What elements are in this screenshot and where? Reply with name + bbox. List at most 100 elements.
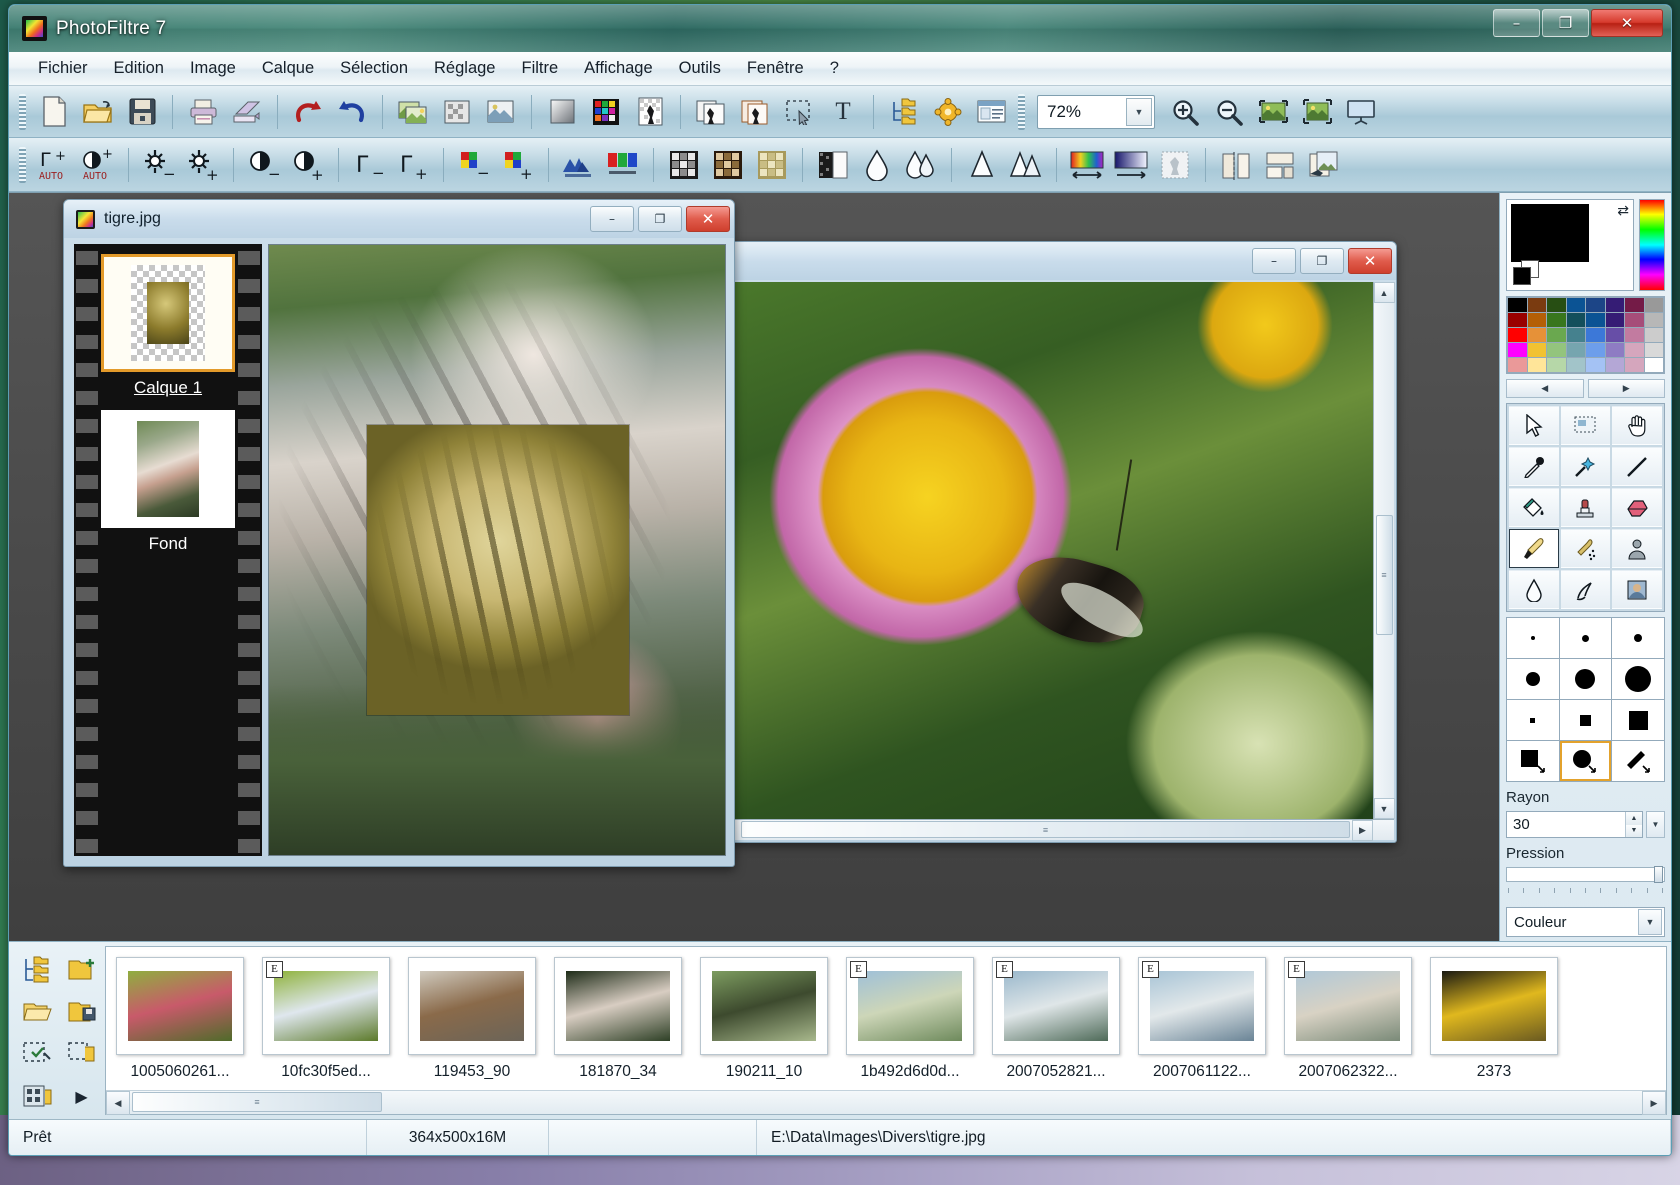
palette-swatch[interactable] bbox=[1625, 313, 1644, 327]
brush-dot-xxlarge[interactable] bbox=[1612, 659, 1664, 699]
folder-open-icon[interactable] bbox=[15, 992, 58, 1032]
menu-reglage[interactable]: Réglage bbox=[421, 56, 508, 81]
selection-tool-icon[interactable] bbox=[1560, 406, 1611, 445]
line-tool-icon[interactable] bbox=[1612, 447, 1662, 486]
brush-square-small[interactable] bbox=[1559, 700, 1612, 740]
thumbnail-frame[interactable]: E bbox=[1284, 957, 1412, 1055]
open-file-icon[interactable] bbox=[76, 92, 120, 132]
color-palette[interactable] bbox=[1506, 296, 1665, 374]
palette-swatch[interactable] bbox=[1586, 328, 1605, 342]
thumbnail-item[interactable]: E 2007062322... bbox=[1284, 957, 1412, 1081]
batch-folder-icon[interactable] bbox=[15, 1076, 58, 1116]
scroll-down-icon[interactable]: ▼ bbox=[1373, 798, 1395, 819]
vscroll-thumb[interactable]: ≡ bbox=[1375, 515, 1393, 635]
palette-swatch[interactable] bbox=[1566, 328, 1585, 342]
toolbar-grip[interactable] bbox=[19, 93, 26, 130]
layer-manager-icon[interactable] bbox=[882, 92, 926, 132]
radial-gradient-icon[interactable] bbox=[1109, 145, 1153, 185]
palette-swatch[interactable] bbox=[1605, 343, 1624, 357]
brush-dot-tiny[interactable] bbox=[1507, 618, 1559, 658]
palette-swatch[interactable] bbox=[1586, 358, 1605, 372]
thumbnail-frame[interactable] bbox=[116, 957, 244, 1055]
tigre-canvas-area[interactable] bbox=[268, 244, 726, 856]
palette-swatch[interactable] bbox=[1625, 343, 1644, 357]
palette-swatch[interactable] bbox=[1547, 298, 1566, 312]
palette-swatch[interactable] bbox=[1586, 343, 1605, 357]
palette-swatch[interactable] bbox=[1527, 328, 1546, 342]
color-palette-icon[interactable] bbox=[584, 92, 628, 132]
slideshow-icon[interactable] bbox=[1339, 92, 1383, 132]
palette-prev-button[interactable]: ◀ bbox=[1506, 379, 1584, 398]
chevron-down-icon[interactable]: ▼ bbox=[1126, 97, 1152, 126]
tigre-maximize-button[interactable]: ❐ bbox=[638, 206, 682, 232]
linear-gradient-icon[interactable] bbox=[1065, 145, 1109, 185]
deselect-icon[interactable] bbox=[60, 1034, 103, 1074]
rayon-decrement-icon[interactable]: ▼ bbox=[1626, 824, 1642, 837]
hand-tool-icon[interactable] bbox=[1612, 406, 1662, 445]
airbrush-tool-icon[interactable] bbox=[1560, 529, 1611, 568]
swap-colors-icon[interactable]: ⇄ bbox=[1617, 203, 1629, 219]
palette-swatch[interactable] bbox=[1508, 358, 1527, 372]
palette-swatch[interactable] bbox=[1527, 343, 1546, 357]
menu-filtre[interactable]: Filtre bbox=[508, 56, 571, 81]
palette-swatch[interactable] bbox=[1625, 358, 1644, 372]
thumbnail-item[interactable]: 1005060261... bbox=[116, 957, 244, 1081]
sepia-icon[interactable] bbox=[706, 145, 750, 185]
palette-swatch[interactable] bbox=[1566, 313, 1585, 327]
thumbnail-item[interactable]: E 2007052821... bbox=[992, 957, 1120, 1081]
minimize-button[interactable]: – bbox=[1493, 9, 1540, 37]
eyedropper-tool-icon[interactable] bbox=[1509, 447, 1559, 486]
transparency-icon[interactable] bbox=[628, 92, 672, 132]
batch-icon[interactable] bbox=[1302, 145, 1346, 185]
foreground-color-mini-swatch[interactable] bbox=[1513, 267, 1531, 285]
menu-help[interactable]: ? bbox=[817, 56, 852, 81]
flower-close-button[interactable]: ✕ bbox=[1348, 248, 1392, 274]
palette-swatch[interactable] bbox=[1586, 298, 1605, 312]
smudge-tool-icon[interactable] bbox=[1560, 570, 1611, 609]
flower-image-window[interactable]: – ❐ ✕ ▲ ≡ ▼ ≡ ▶ bbox=[695, 241, 1397, 843]
flower-image-canvas[interactable] bbox=[698, 282, 1373, 819]
thumbnail-frame[interactable]: E bbox=[846, 957, 974, 1055]
brush-square-large[interactable] bbox=[1612, 700, 1664, 740]
palette-swatch[interactable] bbox=[1605, 328, 1624, 342]
text-tool-icon[interactable]: T bbox=[821, 92, 865, 132]
pasted-sepia-layer[interactable] bbox=[367, 425, 629, 715]
maximize-button[interactable]: ❐ bbox=[1542, 9, 1589, 37]
blur-more-icon[interactable] bbox=[899, 145, 943, 185]
redo-icon[interactable] bbox=[330, 92, 374, 132]
gamma-plus-icon[interactable]: Γ + bbox=[391, 145, 435, 185]
scroll-right-icon[interactable]: ▶ bbox=[1352, 820, 1373, 841]
paste-special-icon[interactable] bbox=[479, 92, 523, 132]
menu-image[interactable]: Image bbox=[177, 56, 249, 81]
save-file-icon[interactable] bbox=[120, 92, 164, 132]
thumbnail-frame[interactable] bbox=[700, 957, 828, 1055]
rgb-levels-icon[interactable] bbox=[601, 145, 645, 185]
folder-save-icon[interactable] bbox=[60, 992, 103, 1032]
tigre-image-window[interactable]: tigre.jpg – ❐ ✕ Calque 1 Fond bbox=[63, 199, 735, 867]
new-layer-icon[interactable] bbox=[733, 92, 777, 132]
flower-vertical-scrollbar[interactable]: ▲ ≡ ▼ bbox=[1373, 282, 1395, 819]
zoom-in-icon[interactable] bbox=[1163, 92, 1207, 132]
fit-screen-icon[interactable] bbox=[1295, 92, 1339, 132]
saturation-plus-icon[interactable]: + bbox=[496, 145, 540, 185]
preferences-icon[interactable] bbox=[970, 92, 1014, 132]
brush-dot-medium[interactable] bbox=[1612, 618, 1664, 658]
saturation-minus-icon[interactable]: − bbox=[452, 145, 496, 185]
brush-square-tiny[interactable] bbox=[1507, 700, 1559, 740]
thumbnail-frame[interactable] bbox=[554, 957, 682, 1055]
tigre-minimize-button[interactable]: – bbox=[590, 206, 634, 232]
contrast-minus-icon[interactable]: − bbox=[242, 145, 286, 185]
palette-swatch[interactable] bbox=[1605, 313, 1624, 327]
scroll-up-icon[interactable]: ▲ bbox=[1373, 282, 1395, 303]
thumbnail-frame[interactable]: E bbox=[262, 957, 390, 1055]
pression-slider-knob[interactable] bbox=[1654, 866, 1663, 883]
thumbnail-frame[interactable]: E bbox=[992, 957, 1120, 1055]
palette-swatch[interactable] bbox=[1547, 313, 1566, 327]
palette-swatch[interactable] bbox=[1566, 343, 1585, 357]
thumbnail-item[interactable]: E 2007061122... bbox=[1138, 957, 1266, 1081]
brightness-minus-icon[interactable]: − bbox=[137, 145, 181, 185]
grayscale-icon[interactable] bbox=[662, 145, 706, 185]
paste-image-icon[interactable] bbox=[435, 92, 479, 132]
palette-swatch[interactable] bbox=[1586, 313, 1605, 327]
flip-icon[interactable] bbox=[1258, 145, 1302, 185]
